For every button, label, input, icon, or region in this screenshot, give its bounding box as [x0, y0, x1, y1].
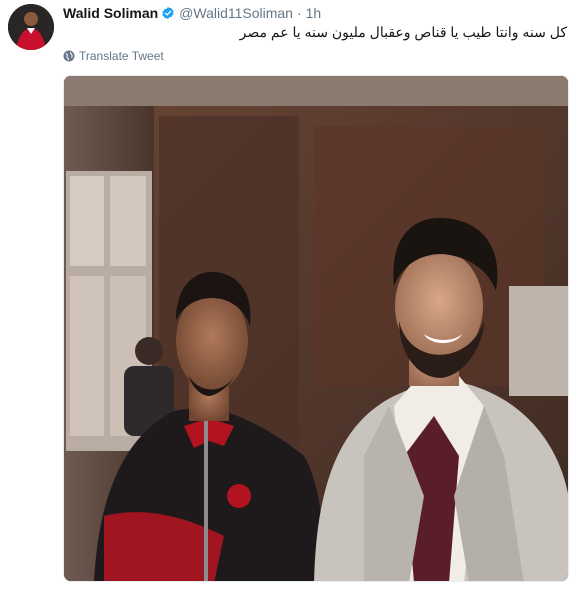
photo-icon	[64, 76, 568, 581]
separator-dot: ·	[296, 5, 302, 21]
timestamp[interactable]: 1h	[306, 5, 322, 21]
tweet-header: Walid Soliman @Walid11Soliman · 1h	[63, 4, 321, 22]
verified-badge-icon	[161, 6, 175, 20]
user-handle[interactable]: @Walid11Soliman	[179, 5, 293, 21]
tweet-text: كل سنه وانتا طيب يا قناص وعقبال مليون سن…	[239, 24, 567, 40]
translate-tweet-link[interactable]: Translate Tweet	[63, 49, 164, 63]
translate-label: Translate Tweet	[79, 49, 164, 63]
tweet-card[interactable]: Walid Soliman @Walid11Soliman · 1h كل سن…	[0, 0, 577, 598]
globe-icon	[63, 50, 75, 62]
tweet-photo[interactable]	[63, 75, 569, 582]
display-name[interactable]: Walid Soliman	[63, 5, 158, 21]
avatar[interactable]	[8, 4, 54, 50]
